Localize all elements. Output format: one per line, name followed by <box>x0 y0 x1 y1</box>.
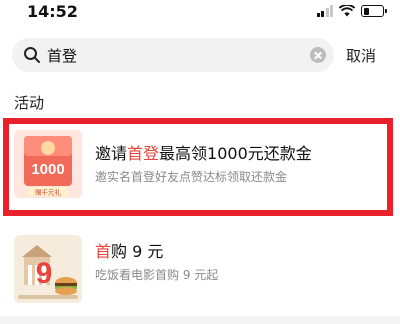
item-description: 吃饭看电影首购 9 元起 <box>95 268 219 282</box>
selection-highlight <box>3 118 393 216</box>
thumb-price: 9 <box>36 257 53 290</box>
cancel-button[interactable]: 取消 <box>346 45 376 66</box>
search-icon <box>24 47 40 63</box>
bottom-divider <box>0 316 400 324</box>
status-time: 14:52 <box>27 2 78 21</box>
item-title: 首购 9 元 <box>95 242 164 261</box>
activity-thumbnail: 9 <box>14 235 82 303</box>
list-item[interactable]: 9 首购 9 元 吃饭看电影首购 9 元起 <box>0 230 400 308</box>
section-title: 活动 <box>14 94 45 112</box>
list-item[interactable]: 1000 赠千元礼 邀请首登最高领1000元还款金 邀实名首登好友点赞达标领取还… <box>0 118 400 216</box>
battery-icon <box>361 5 387 17</box>
search-input[interactable]: 首登 <box>47 45 77 66</box>
status-bar: 14:52 <box>0 0 400 26</box>
search-match-highlight: 首 <box>95 242 112 261</box>
status-icons <box>316 5 387 17</box>
wifi-icon <box>339 5 355 17</box>
battery-level <box>363 7 369 15</box>
cellular-signal-icon <box>316 5 333 17</box>
clear-search-icon[interactable] <box>310 47 326 63</box>
search-bar[interactable]: 首登 <box>12 38 334 72</box>
